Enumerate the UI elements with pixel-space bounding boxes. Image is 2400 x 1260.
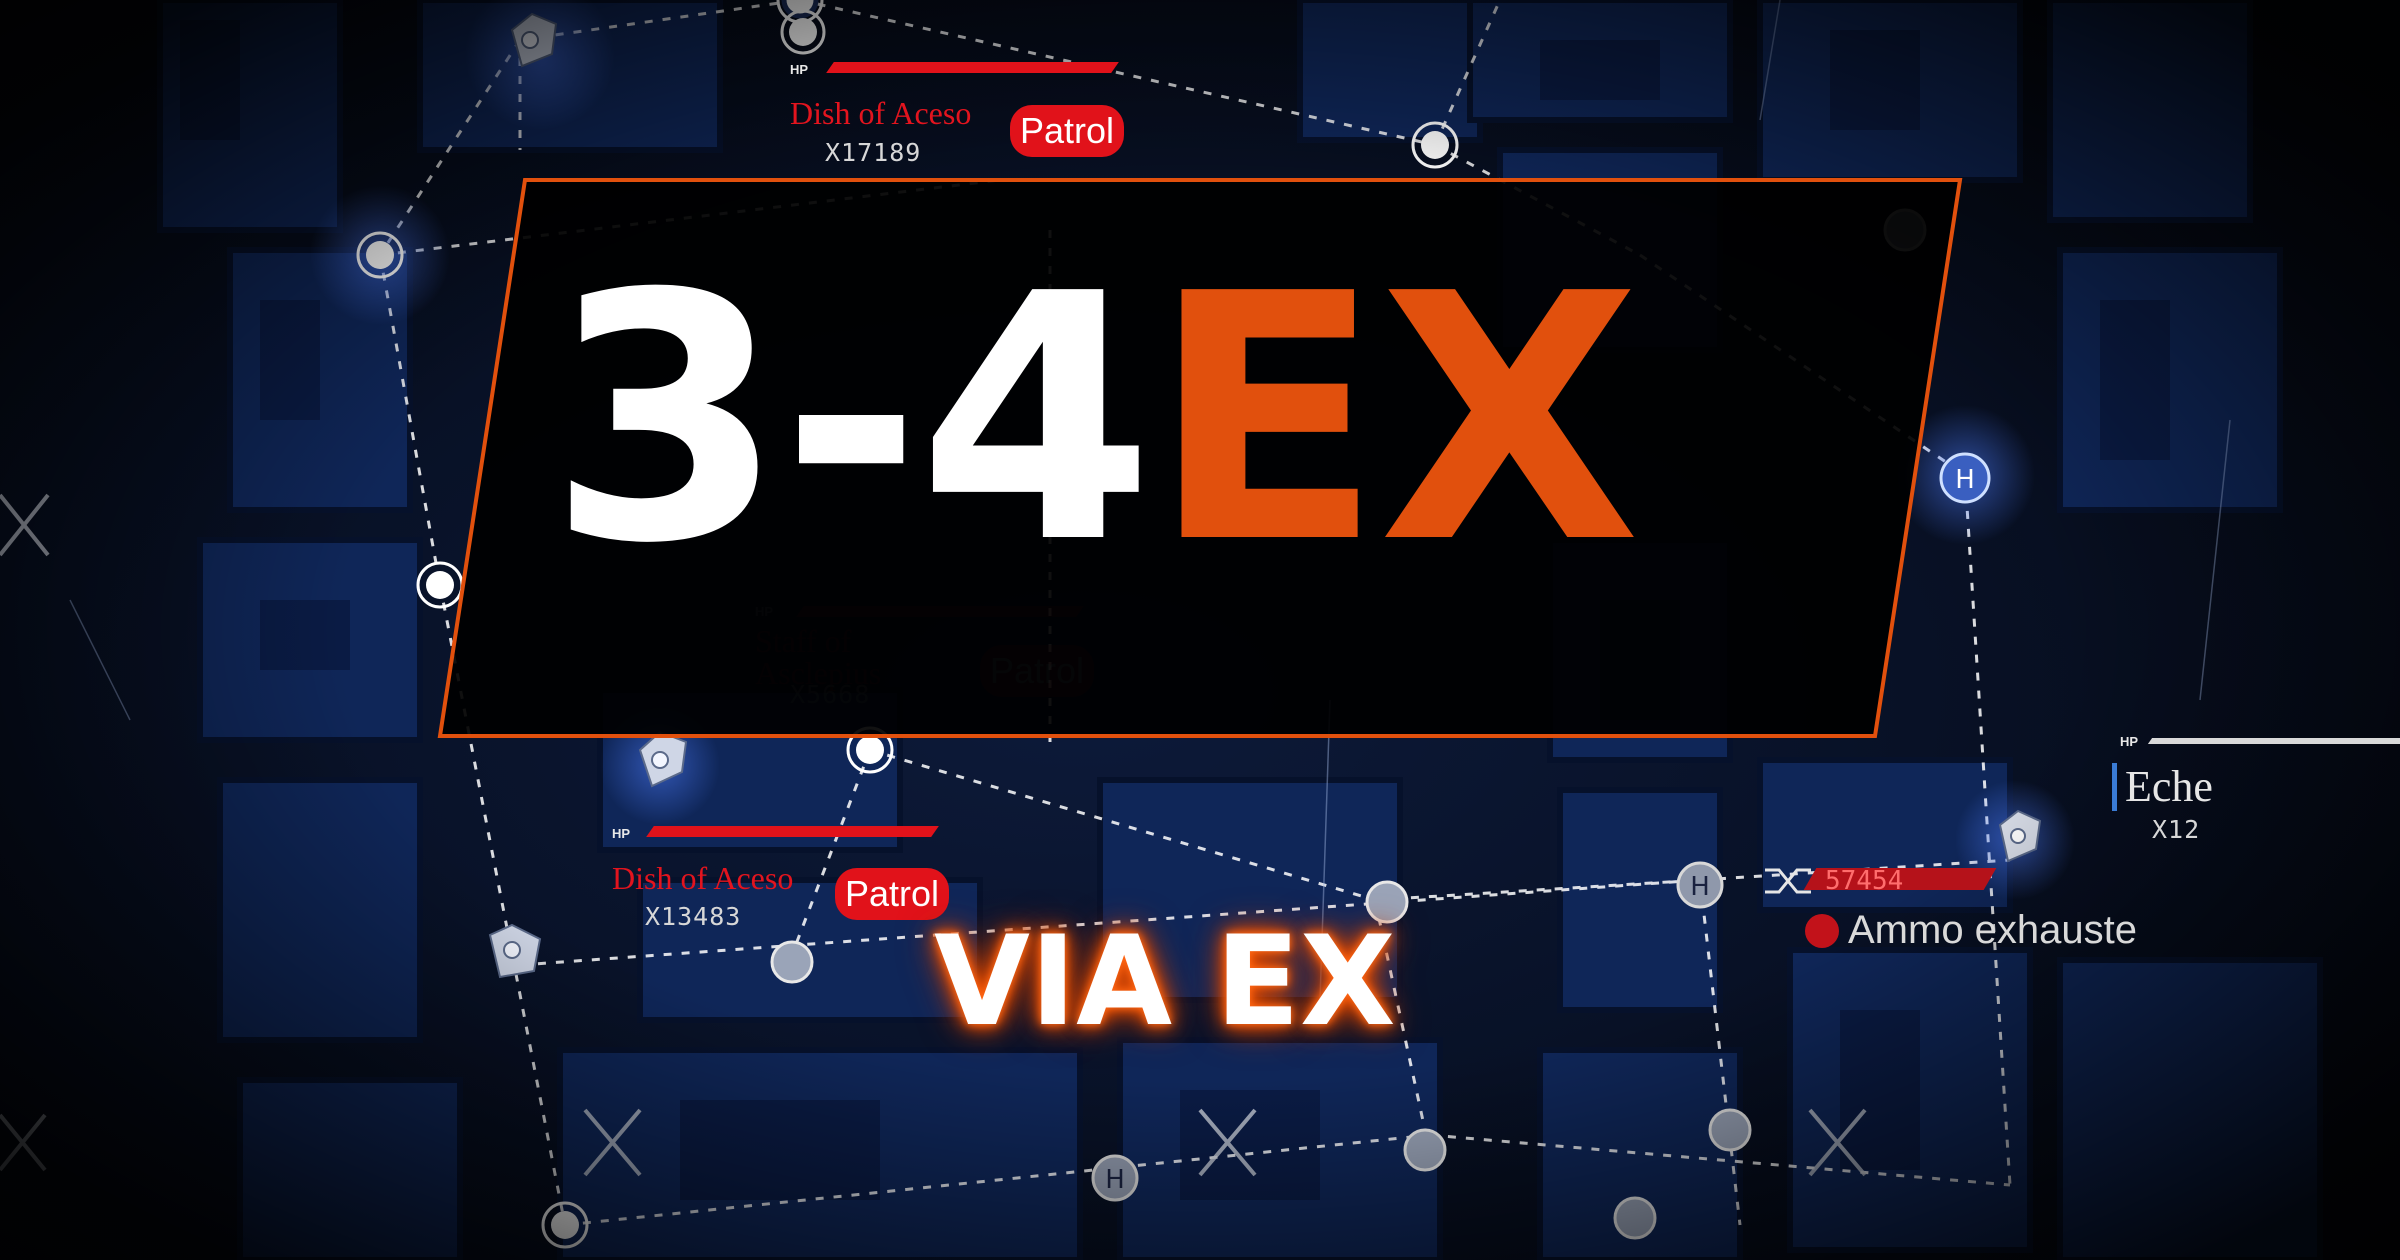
hp-label: HP [612, 826, 631, 841]
stage-suffix: EX [1150, 222, 1640, 618]
map-background: H H H [0, 0, 2400, 1260]
enemy-count: X13483 [645, 902, 742, 931]
echelon-name: Eche [2112, 763, 2213, 811]
hp-bar [2147, 738, 2400, 744]
status-message: Ammo exhauste [1848, 908, 2138, 952]
enemy-count: X17189 [825, 138, 922, 167]
game-screen: H H H [0, 0, 2400, 1260]
hp-label: HP [2120, 734, 2139, 749]
patrol-badge: Patrol [1010, 105, 1125, 157]
hp-bar [646, 826, 939, 837]
enemy-count: X5668 [790, 680, 871, 709]
stage-title: 3-4EX [548, 250, 1948, 590]
subtitle: VIA EX [934, 910, 1396, 1054]
alert-dot-icon [1805, 914, 1839, 948]
echelon-count: X12 [2152, 815, 2201, 844]
enemy-name: Dish of Aceso [612, 860, 794, 896]
status-count: 57454 [1825, 866, 1904, 896]
patrol-badge: Patrol [980, 645, 1095, 697]
enemy-name: Dish of Aceso [790, 95, 972, 131]
stage-number: 3-4 [548, 222, 1154, 618]
hp-label: HP [790, 62, 809, 77]
patrol-badge: Patrol [835, 868, 950, 920]
hp-bar [826, 62, 1119, 73]
